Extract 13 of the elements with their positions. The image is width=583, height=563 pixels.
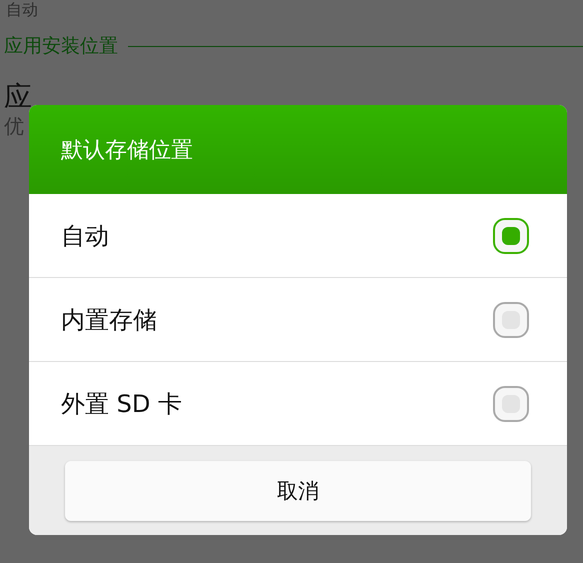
option-label: 外置 SD 卡: [61, 388, 182, 420]
setting-title: 应: [3, 79, 33, 113]
option-row[interactable]: 自动: [29, 194, 567, 278]
option-label: 自动: [61, 220, 109, 252]
option-label: 内置存储: [61, 304, 157, 336]
dialog-title: 默认存储位置: [61, 136, 193, 164]
radio-button[interactable]: [493, 302, 529, 338]
section-header: 应用安装位置: [4, 34, 118, 59]
radio-button[interactable]: [493, 218, 529, 254]
setting-value: 自动: [5, 0, 39, 19]
cancel-button[interactable]: 取消: [65, 460, 531, 520]
radio-button[interactable]: [493, 386, 529, 422]
option-row[interactable]: 内置存储: [29, 278, 567, 362]
